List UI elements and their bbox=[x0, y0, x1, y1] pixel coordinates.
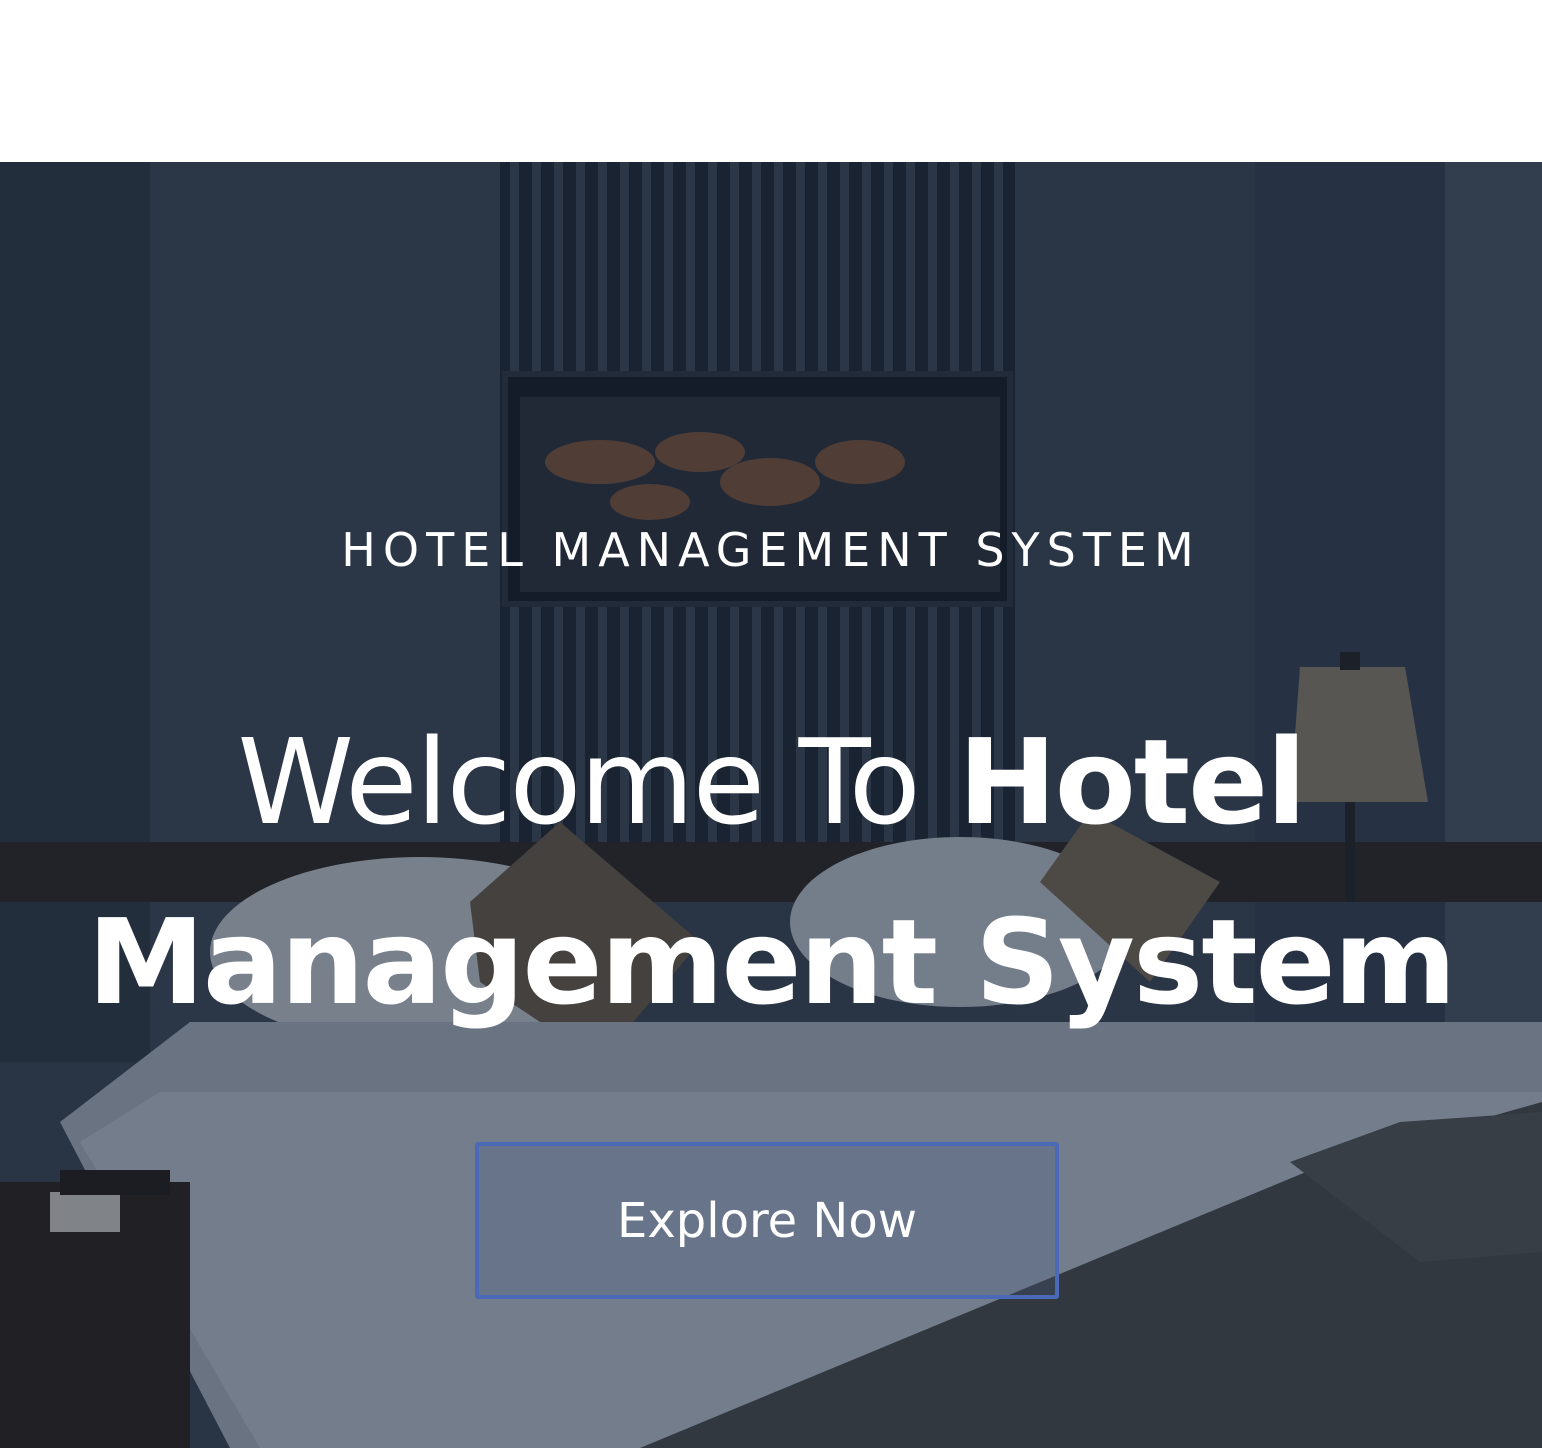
headline-hotel: Hotel bbox=[957, 713, 1307, 851]
hero-eyebrow: HOTEL MANAGEMENT SYSTEM bbox=[341, 523, 1201, 577]
headline-management-system: Management System bbox=[87, 893, 1456, 1031]
headline-welcome: Welcome To bbox=[237, 713, 920, 851]
top-header bbox=[0, 0, 1542, 162]
hero-headline: Welcome To Hotel Management System bbox=[0, 692, 1542, 1052]
hero-content: HOTEL MANAGEMENT SYSTEM Welcome To Hotel… bbox=[0, 162, 1542, 1448]
hero-section: HOTEL MANAGEMENT SYSTEM Welcome To Hotel… bbox=[0, 162, 1542, 1448]
explore-now-button[interactable]: Explore Now bbox=[475, 1142, 1059, 1299]
